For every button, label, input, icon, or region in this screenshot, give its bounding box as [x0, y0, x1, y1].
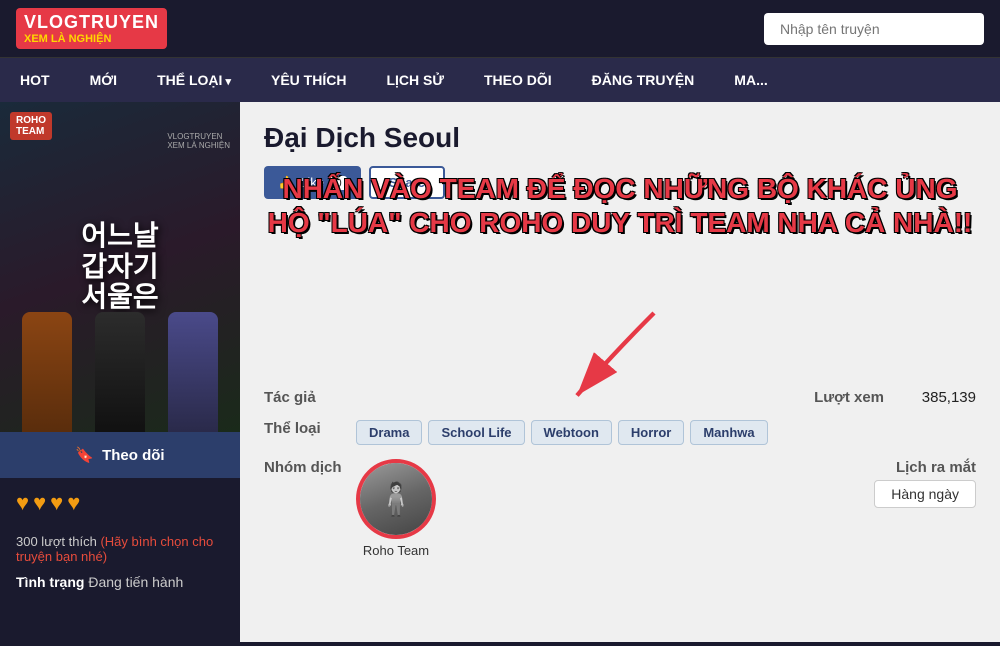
genre-school[interactable]: School Life	[428, 420, 524, 445]
search-input[interactable]	[764, 13, 984, 45]
heart-icon-2[interactable]: ♥	[33, 490, 46, 516]
rating-count: 300 lượt thích (Hãy bình chọn cho truyện…	[0, 534, 240, 564]
navbar: HOT MỚI THỂ LOẠI YÊU THÍCH LỊCH SỬ THEO …	[0, 58, 1000, 102]
char2	[95, 312, 145, 432]
nav-theloai[interactable]: THỂ LOẠI	[137, 58, 251, 102]
heart-icon-1[interactable]: ♥	[16, 490, 29, 516]
nav-more[interactable]: MA...	[714, 58, 787, 102]
translator-label: Nhóm dịch	[264, 459, 344, 476]
genre-tags: Drama School Life Webtoon Horror Manhwa	[356, 420, 768, 445]
logo-main-text: VLOGTRUYEN	[24, 12, 159, 33]
status-value: Đang tiến hành	[88, 574, 183, 590]
team-circle-inner: 🧍	[360, 463, 432, 535]
nav-moi[interactable]: MỚI	[70, 58, 138, 102]
logo-box: VLOGTRUYEN XEM LÀ NGHIỆN	[16, 8, 167, 49]
follow-button[interactable]: Theo dõi	[0, 432, 240, 478]
nav-lichsu[interactable]: LỊCH SỬ	[366, 58, 464, 102]
nav-theodoi[interactable]: THEO DÕI	[464, 58, 572, 102]
rating-row: ♥ ♥ ♥ ♥	[0, 478, 240, 528]
team-char-icon: 🧍	[376, 480, 416, 518]
char3	[168, 312, 218, 432]
team-avatar-wrapper[interactable]: 🧍 Roho Team	[356, 459, 436, 558]
cover-vlog-label: VLOGTRUYENXEM LÀ NGHIỆN	[167, 132, 230, 150]
team-section: 🧍 Roho Team	[356, 459, 436, 558]
promo-text-line2: HỘ "LÚA" CHO ROHO DUY TRÌ TEAM NHA CẢ NH…	[260, 206, 980, 240]
main-content: ROHOTEAM VLOGTRUYENXEM LÀ NGHIỆN 어느날갑자기서…	[0, 102, 1000, 642]
share-button[interactable]: Share	[369, 166, 445, 199]
nav-hot[interactable]: HOT	[0, 58, 70, 102]
manga-title: Đại Dịch Seoul	[264, 122, 976, 154]
like-button[interactable]: 👍 Like 0	[264, 166, 361, 199]
author-row: Tác giả Lượt xem 385,139	[264, 389, 976, 406]
schedule-label: Lịch ra mắt	[874, 459, 976, 476]
genre-drama[interactable]: Drama	[356, 420, 422, 445]
char1	[22, 312, 72, 432]
team-circle: 🧍	[356, 459, 436, 539]
action-row: 👍 Like 0 Share	[264, 166, 976, 199]
genre-row: Thể loại Drama School Life Webtoon Horro…	[264, 420, 976, 445]
status-label: Tình trạng	[16, 574, 84, 590]
genre-label: Thể loại	[264, 420, 344, 437]
genre-webtoon[interactable]: Webtoon	[531, 420, 612, 445]
heart-icon-4[interactable]: ♥	[67, 490, 80, 516]
cover-image: ROHOTEAM VLOGTRUYENXEM LÀ NGHIỆN 어느날갑자기서…	[0, 102, 240, 432]
logo[interactable]: VLOGTRUYEN XEM LÀ NGHIỆN	[16, 8, 167, 49]
genre-horror[interactable]: Horror	[618, 420, 684, 445]
header: VLOGTRUYEN XEM LÀ NGHIỆN	[0, 0, 1000, 58]
logo-sub-text: XEM LÀ NGHIỆN	[24, 33, 159, 45]
right-panel: Đại Dịch Seoul 👍 Like 0 Share NHẤN VÀO T…	[240, 102, 1000, 642]
views-count: 385,139	[896, 389, 976, 406]
views-label: Lượt xem	[784, 389, 884, 406]
cover-placeholder: ROHOTEAM VLOGTRUYENXEM LÀ NGHIỆN 어느날갑자기서…	[0, 102, 240, 432]
author-label: Tác giả	[264, 389, 344, 406]
cover-characters	[0, 232, 240, 432]
translator-row: Nhóm dịch 🧍 Roho Team Lịch ra mắt Hàn	[264, 459, 976, 558]
team-name: Roho Team	[356, 543, 436, 558]
nav-yeuthich[interactable]: YÊU THÍCH	[251, 58, 366, 102]
nav-dangtruyen[interactable]: ĐĂNG TRUYỆN	[572, 58, 715, 102]
left-panel: ROHOTEAM VLOGTRUYENXEM LÀ NGHIỆN 어느날갑자기서…	[0, 102, 240, 642]
like-thumb-icon: 👍	[278, 175, 294, 191]
cover-roho-label: ROHOTEAM	[10, 112, 52, 140]
heart-icon-3[interactable]: ♥	[50, 490, 63, 516]
like-count: 0	[330, 176, 347, 190]
like-label: Like	[300, 175, 324, 190]
schedule-badge: Hàng ngày	[874, 480, 976, 508]
genre-manhwa[interactable]: Manhwa	[690, 420, 767, 445]
status-row: Tình trạng Đang tiến hành	[0, 564, 240, 600]
